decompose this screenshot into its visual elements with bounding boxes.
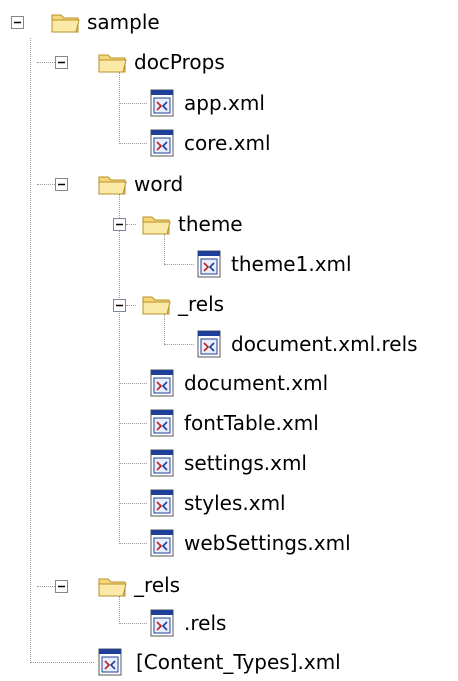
xml-file-icon — [150, 609, 174, 637]
tree-node-label: theme1.xml — [231, 252, 352, 276]
collapse-minus-icon[interactable] — [11, 16, 24, 29]
collapse-minus-icon[interactable] — [113, 218, 126, 231]
tree-connector — [119, 423, 147, 424]
xml-file-icon — [150, 409, 174, 437]
tree-connector — [119, 72, 120, 144]
xml-file-icon — [150, 489, 174, 517]
xml-file-icon — [150, 129, 174, 157]
collapse-minus-icon[interactable] — [55, 580, 68, 593]
collapse-minus-icon[interactable] — [55, 56, 68, 69]
tree-node-label: document.xml — [184, 371, 329, 395]
xml-file-icon — [197, 250, 221, 278]
folder-open-icon — [98, 54, 127, 73]
tree-node-label: styles.xml — [184, 491, 286, 515]
xml-file-icon — [150, 369, 174, 397]
tree-node-label: theme — [178, 212, 243, 236]
collapse-minus-icon[interactable] — [113, 299, 126, 312]
xml-file-icon — [150, 89, 174, 117]
tree-connector — [119, 596, 120, 624]
tree-node-label: [Content_Types].xml — [136, 650, 341, 674]
tree-connector — [164, 264, 194, 265]
tree-connector — [119, 143, 147, 144]
xml-file-icon — [98, 648, 122, 676]
tree-node-label: webSettings.xml — [184, 531, 351, 555]
tree-node-label: app.xml — [184, 91, 265, 115]
tree-node-label: sample — [87, 10, 160, 34]
tree-node-label: core.xml — [184, 131, 271, 155]
tree-node-label: word — [134, 172, 184, 196]
tree-connector — [119, 543, 147, 544]
tree-connector — [119, 383, 147, 384]
tree-node-label: _rels — [134, 573, 181, 597]
folder-open-icon — [98, 176, 127, 195]
xml-file-icon — [150, 529, 174, 557]
folder-open-icon — [98, 578, 127, 597]
tree-connector — [119, 503, 147, 504]
tree-node-label: docProps — [134, 50, 225, 74]
tree-connector — [30, 38, 31, 663]
tree-node-label: fontTable.xml — [184, 411, 319, 435]
folder-open-icon — [142, 296, 171, 315]
folder-open-icon — [142, 216, 171, 235]
tree-connector — [119, 463, 147, 464]
tree-connector — [30, 662, 94, 663]
xml-file-icon — [150, 449, 174, 477]
tree-connector — [119, 194, 120, 544]
tree-node-label: settings.xml — [184, 451, 307, 475]
tree-connector — [164, 344, 194, 345]
collapse-minus-icon[interactable] — [55, 178, 68, 191]
tree-node-label: _rels — [178, 292, 225, 316]
tree-node-label: .rels — [184, 611, 227, 635]
file-tree: sample docProps app.xml core.xml word th… — [0, 0, 458, 681]
tree-connector — [126, 224, 136, 225]
tree-connector — [126, 305, 136, 306]
folder-open-icon — [51, 14, 80, 33]
tree-node-label: document.xml.rels — [231, 332, 418, 356]
tree-connector — [119, 103, 147, 104]
xml-file-icon — [197, 330, 221, 358]
tree-connector — [164, 234, 165, 264]
tree-connector — [164, 314, 165, 344]
tree-connector — [119, 623, 147, 624]
